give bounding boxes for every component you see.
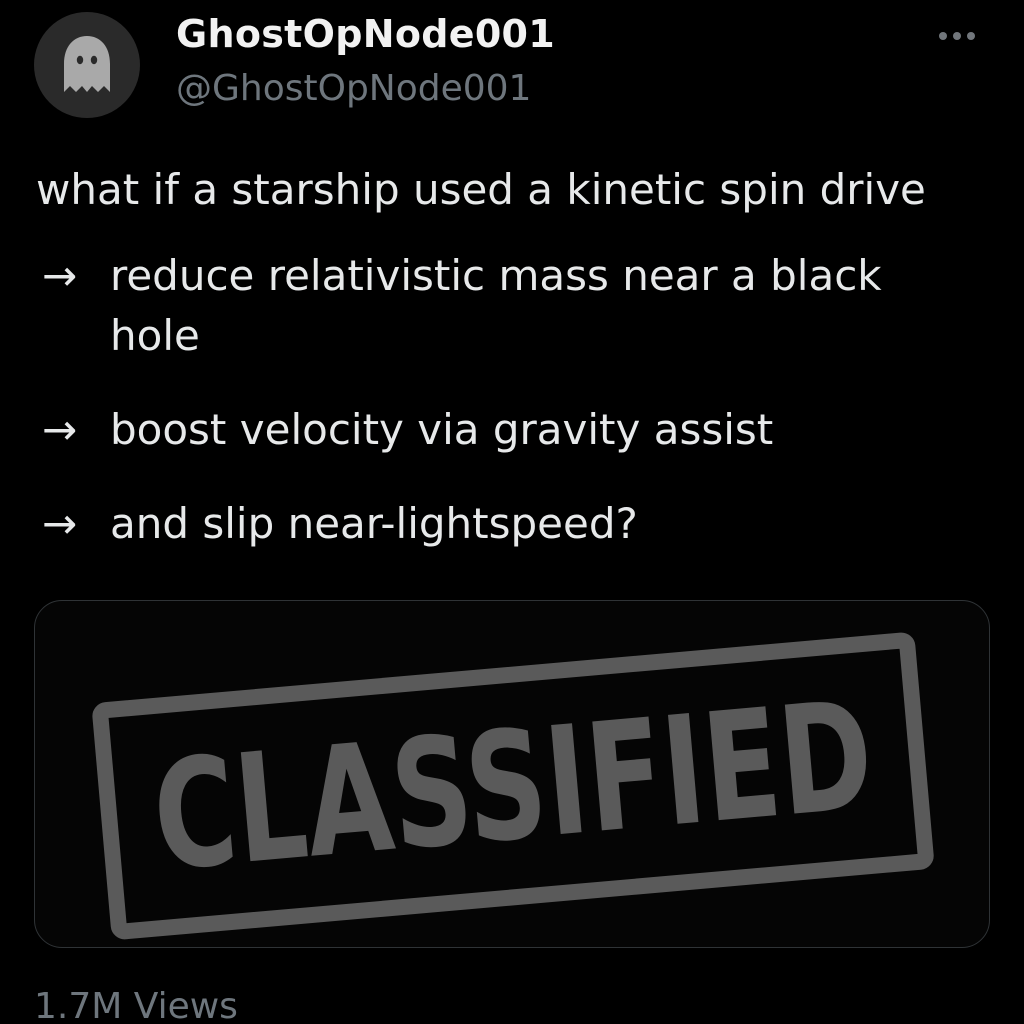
post-bullet: → reduce relativistic mass near a black … — [36, 246, 996, 366]
post-bullet: → and slip near-lightspeed? — [36, 494, 996, 554]
arrow-icon: → — [42, 405, 78, 454]
ghost-icon — [64, 36, 110, 92]
view-count: 1.7M Views — [34, 986, 238, 1024]
post-text: what if a starship used a kinetic spin d… — [36, 160, 996, 588]
avatar[interactable] — [34, 12, 140, 118]
user-handle[interactable]: @GhostOpNode001 — [176, 68, 531, 109]
post-bullet-text: reduce relativistic mass near a black ho… — [110, 251, 882, 360]
arrow-icon: → — [42, 499, 78, 548]
post-bullet-text: boost velocity via gravity assist — [110, 405, 774, 454]
display-name[interactable]: GhostOpNode001 — [176, 12, 555, 56]
more-options-button[interactable] — [930, 18, 984, 54]
classified-stamp: CLASSIFIED — [92, 632, 934, 940]
post-bullet-text: and slip near-lightspeed? — [110, 499, 638, 548]
post-container: GhostOpNode001 @GhostOpNode001 what if a… — [0, 0, 1024, 1024]
post-intro: what if a starship used a kinetic spin d… — [36, 165, 926, 214]
post-bullet: → boost velocity via gravity assist — [36, 400, 996, 460]
arrow-icon: → — [42, 251, 78, 300]
media-image[interactable]: CLASSIFIED — [34, 600, 990, 948]
more-options-icon — [939, 32, 947, 40]
